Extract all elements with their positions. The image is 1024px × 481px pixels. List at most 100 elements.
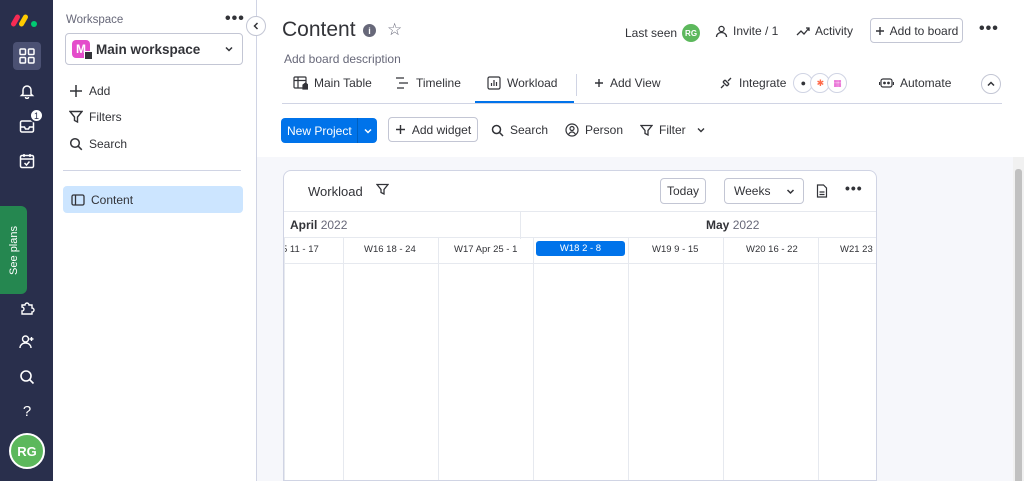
- month-year: 2022: [320, 218, 348, 232]
- tab-timeline[interactable]: Timeline: [395, 76, 461, 90]
- workspace-selector[interactable]: M Main workspace: [65, 33, 243, 65]
- person-label: Person: [585, 123, 624, 137]
- info-icon[interactable]: i: [363, 24, 376, 37]
- toolbar-search-button[interactable]: Search: [491, 123, 548, 137]
- integrate-icon: [720, 77, 732, 89]
- search-icon[interactable]: [13, 363, 41, 391]
- week-header-row: 5 11 - 17 W16 18 - 24 W17 Apr 25 - 1 W18…: [283, 238, 876, 264]
- plus-icon: [595, 79, 603, 87]
- new-project-dropdown[interactable]: [358, 126, 377, 136]
- new-project-button[interactable]: New Project: [281, 118, 377, 143]
- week-column-divider: [343, 238, 344, 480]
- range-select[interactable]: Weeks: [724, 178, 804, 204]
- month-year: 2022: [732, 218, 760, 232]
- collapse-panel-button[interactable]: [246, 16, 266, 36]
- workload-widget: Workload Today Weeks ••• April 2022 May …: [283, 170, 877, 481]
- user-avatar[interactable]: RG: [9, 433, 45, 469]
- week-label: W17 Apr 25 - 1: [454, 244, 518, 255]
- collapse-header-button[interactable]: [981, 74, 1001, 94]
- workspace-mark: M: [72, 40, 93, 60]
- board-description[interactable]: Add board description: [284, 52, 401, 66]
- plus-icon: [395, 125, 405, 134]
- page-title[interactable]: Content: [282, 18, 356, 42]
- invite-button[interactable]: Invite / 1: [715, 24, 778, 38]
- timeline-icon: [396, 77, 408, 89]
- filter-label: Filter: [659, 123, 686, 137]
- table-icon: [293, 76, 308, 90]
- month-name: May: [706, 218, 730, 232]
- chevron-down-icon: [697, 128, 705, 133]
- widget-more-button[interactable]: •••: [845, 180, 863, 196]
- month-name: April: [290, 218, 318, 232]
- filters-button[interactable]: Filters: [69, 110, 122, 124]
- activity-button[interactable]: Activity: [796, 24, 853, 38]
- filter-icon[interactable]: [376, 183, 389, 196]
- workspace-more-button[interactable]: •••: [225, 10, 245, 28]
- month-label: May 2022: [706, 218, 759, 232]
- add-to-board-button[interactable]: Add to board: [870, 18, 963, 43]
- week-label: 5 11 - 17: [283, 244, 319, 255]
- last-seen-avatar: RG: [682, 24, 701, 42]
- tab-timeline-label: Timeline: [416, 76, 461, 90]
- workspace-search-button[interactable]: Search: [69, 137, 127, 151]
- integrate-button[interactable]: Integrate ● ✱ ▦: [719, 73, 848, 93]
- week-column-divider: [438, 238, 439, 480]
- activity-icon: [796, 27, 810, 36]
- help-icon[interactable]: ?: [13, 397, 41, 425]
- monday-logo[interactable]: [11, 10, 41, 30]
- activity-label: Activity: [815, 24, 854, 38]
- automate-button[interactable]: Automate: [879, 76, 951, 90]
- tab-main-table-label: Main Table: [314, 76, 372, 90]
- workspace-name: Main workspace: [96, 41, 201, 57]
- bell-icon[interactable]: [13, 77, 41, 105]
- board-icon: [71, 193, 85, 206]
- week-column-divider: [533, 238, 534, 480]
- board-more-button[interactable]: •••: [979, 20, 999, 38]
- new-project-label: New Project: [287, 123, 352, 138]
- filter-icon: [640, 124, 653, 136]
- export-document-icon[interactable]: [816, 184, 828, 198]
- week-column-divider: [818, 238, 819, 480]
- workload-icon: [487, 76, 501, 90]
- last-seen-label: Last seen: [625, 26, 678, 40]
- add-label: Add: [89, 84, 111, 98]
- add-item-button[interactable]: Add: [69, 84, 110, 98]
- plus-icon: [70, 85, 82, 97]
- see-plans-label: See plans: [7, 225, 20, 275]
- last-seen-button[interactable]: Last seen RG: [625, 24, 701, 42]
- robot-icon: [879, 78, 894, 88]
- person-icon: [715, 25, 728, 37]
- star-icon[interactable]: ☆: [387, 20, 402, 40]
- add-view-button[interactable]: Add View: [594, 76, 660, 90]
- scrollbar-thumb[interactable]: [1015, 169, 1022, 481]
- chevron-down-icon: [225, 46, 233, 52]
- tabs-divider: [282, 103, 1002, 104]
- search-icon: [491, 124, 504, 137]
- workspace-panel: Workspace ••• M Main workspace Add Filte…: [53, 0, 257, 481]
- filters-label: Filters: [89, 110, 122, 124]
- add-widget-button[interactable]: Add widget: [388, 117, 478, 142]
- today-button[interactable]: Today: [660, 178, 706, 204]
- filter-icon: [69, 110, 83, 124]
- my-work-calendar-icon[interactable]: [13, 147, 41, 175]
- person-filter-button[interactable]: Person: [565, 123, 623, 137]
- see-plans-button[interactable]: See plans: [0, 206, 27, 294]
- puzzle-icon[interactable]: [13, 294, 41, 322]
- board-item-content[interactable]: Content: [63, 186, 243, 213]
- add-to-board-label: Add to board: [889, 23, 959, 38]
- current-week-label: W18 2 - 8: [536, 241, 625, 256]
- invite-user-icon[interactable]: [13, 328, 41, 356]
- workspace-label: Workspace: [66, 14, 124, 26]
- week-label: W16 18 - 24: [364, 244, 416, 255]
- left-rail: 1 See plans ? RG: [0, 0, 53, 481]
- tab-workload-label: Workload: [507, 76, 558, 90]
- filter-button[interactable]: Filter: [640, 123, 706, 137]
- apps-grid-icon[interactable]: [13, 42, 41, 70]
- divider: [63, 170, 241, 171]
- person-circle-icon: [565, 123, 579, 137]
- chevron-up-icon: [987, 81, 995, 87]
- tab-workload[interactable]: Workload: [487, 76, 557, 90]
- vertical-scrollbar[interactable]: [1013, 157, 1024, 481]
- month-header-row: April 2022 May 2022: [284, 211, 876, 239]
- tab-main-table[interactable]: Main Table: [293, 76, 372, 90]
